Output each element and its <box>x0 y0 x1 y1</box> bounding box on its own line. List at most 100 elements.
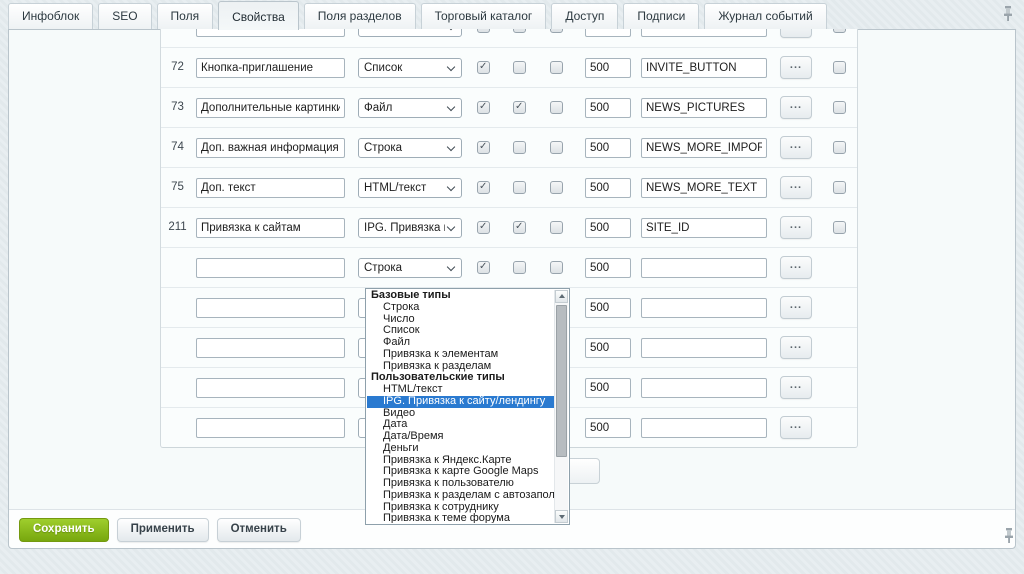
code-input[interactable] <box>641 138 767 158</box>
sort-input[interactable] <box>585 29 631 37</box>
dropdown-option[interactable]: Список <box>367 325 555 337</box>
code-input[interactable] <box>641 258 767 278</box>
tab-item[interactable]: Доступ <box>551 3 618 29</box>
sort-input[interactable] <box>585 378 631 398</box>
code-input[interactable] <box>641 418 767 438</box>
pin-icon[interactable] <box>1002 5 1014 22</box>
property-settings-button[interactable]: ... <box>780 56 812 79</box>
code-input[interactable] <box>641 178 767 198</box>
delete-checkbox[interactable] <box>833 181 846 194</box>
delete-checkbox[interactable] <box>833 221 846 234</box>
sort-input[interactable] <box>585 338 631 358</box>
scroll-thumb[interactable] <box>556 305 567 457</box>
dropdown-option[interactable]: Привязка к теме форума <box>367 513 555 523</box>
dropdown-option[interactable]: Деньги <box>367 443 555 455</box>
property-name-input[interactable] <box>196 58 345 78</box>
dropdown-option[interactable]: Привязка к Яндекс.Карте <box>367 455 555 467</box>
active-checkbox[interactable] <box>477 141 490 154</box>
property-settings-button[interactable]: ... <box>780 136 812 159</box>
dropdown-option[interactable]: Файл <box>367 337 555 349</box>
code-input[interactable] <box>641 298 767 318</box>
required-checkbox[interactable] <box>550 61 563 74</box>
code-input[interactable] <box>641 378 767 398</box>
property-settings-button[interactable]: ... <box>780 96 812 119</box>
tab-item[interactable]: Инфоблок <box>8 3 93 29</box>
tab-item[interactable]: Поля <box>157 3 214 29</box>
dropdown-option[interactable]: Дата <box>367 419 555 431</box>
multiple-checkbox[interactable] <box>513 141 526 154</box>
sort-input[interactable] <box>585 298 631 318</box>
pin-icon[interactable] <box>1003 527 1015 544</box>
property-settings-button[interactable]: ... <box>780 296 812 319</box>
delete-checkbox[interactable] <box>833 61 846 74</box>
property-settings-button[interactable]: ... <box>780 416 812 439</box>
dropdown-option[interactable]: Строка <box>367 302 555 314</box>
delete-checkbox[interactable] <box>833 101 846 114</box>
property-name-input[interactable] <box>196 418 345 438</box>
delete-checkbox[interactable] <box>833 29 846 33</box>
dropdown-option[interactable]: Видео <box>367 408 555 420</box>
dropdown-option[interactable]: Привязка к пользователю <box>367 478 555 490</box>
multiple-checkbox[interactable] <box>513 61 526 74</box>
property-name-input[interactable] <box>196 218 345 238</box>
delete-checkbox[interactable] <box>833 141 846 154</box>
property-type-select[interactable]: IPG. Привязка к сай <box>358 218 462 238</box>
apply-button[interactable]: Применить <box>117 518 209 542</box>
property-name-input[interactable] <box>196 258 345 278</box>
dropdown-option[interactable]: Привязка к карте Google Maps <box>367 466 555 478</box>
dropdown-option[interactable]: IPG. Привязка к сайту/лендингу <box>367 396 555 408</box>
dropdown-option[interactable]: Привязка к разделам с автозаполнением <box>367 490 555 502</box>
cancel-button[interactable]: Отменить <box>217 518 301 542</box>
code-input[interactable] <box>641 218 767 238</box>
code-input[interactable] <box>641 338 767 358</box>
scroll-up-button[interactable] <box>555 290 568 303</box>
multiple-checkbox[interactable] <box>513 261 526 274</box>
property-type-select[interactable]: Строка <box>358 138 462 158</box>
dropdown-option[interactable]: Привязка к сотруднику <box>367 502 555 514</box>
active-checkbox[interactable] <box>477 61 490 74</box>
active-checkbox[interactable] <box>477 221 490 234</box>
active-checkbox[interactable] <box>477 181 490 194</box>
dropdown-option[interactable]: Дата/Время <box>367 431 555 443</box>
required-checkbox[interactable] <box>550 29 563 33</box>
required-checkbox[interactable] <box>550 221 563 234</box>
tab-item[interactable]: Поля разделов <box>304 3 416 29</box>
property-settings-button[interactable]: ... <box>780 376 812 399</box>
property-settings-button[interactable]: ... <box>780 336 812 359</box>
required-checkbox[interactable] <box>550 261 563 274</box>
multiple-checkbox[interactable] <box>513 29 526 33</box>
property-name-input[interactable] <box>196 178 345 198</box>
property-name-input[interactable] <box>196 138 345 158</box>
active-checkbox[interactable] <box>477 101 490 114</box>
property-name-input[interactable] <box>196 378 345 398</box>
property-type-select[interactable]: Строка <box>358 258 462 278</box>
multiple-checkbox[interactable] <box>513 221 526 234</box>
dropdown-option[interactable]: Привязка к элементам <box>367 349 555 361</box>
dropdown-option[interactable]: Привязка к разделам <box>367 361 555 373</box>
property-settings-button[interactable]: ... <box>780 216 812 239</box>
dropdown-option[interactable]: Число <box>367 314 555 326</box>
property-type-select[interactable]: Список <box>358 58 462 78</box>
multiple-checkbox[interactable] <box>513 181 526 194</box>
multiple-checkbox[interactable] <box>513 101 526 114</box>
property-settings-button[interactable]: ... <box>780 256 812 279</box>
property-settings-button[interactable]: ... <box>780 29 812 38</box>
sort-input[interactable] <box>585 178 631 198</box>
tab-item[interactable]: SEO <box>98 3 151 29</box>
tab-item[interactable]: Торговый каталог <box>421 3 547 29</box>
tab-item[interactable]: Подписи <box>623 3 699 29</box>
scroll-down-button[interactable] <box>555 510 568 523</box>
required-checkbox[interactable] <box>550 181 563 194</box>
property-type-select[interactable] <box>358 29 462 37</box>
active-checkbox[interactable] <box>477 29 490 33</box>
dropdown-scrollbar[interactable] <box>554 290 568 523</box>
dropdown-option[interactable]: HTML/текст <box>367 384 555 396</box>
property-settings-button[interactable]: ... <box>780 176 812 199</box>
tab-item[interactable]: Свойства <box>218 1 299 30</box>
code-input[interactable] <box>641 29 767 37</box>
active-checkbox[interactable] <box>477 261 490 274</box>
property-type-select[interactable]: Файл <box>358 98 462 118</box>
sort-input[interactable] <box>585 218 631 238</box>
sort-input[interactable] <box>585 138 631 158</box>
property-name-input[interactable] <box>196 298 345 318</box>
